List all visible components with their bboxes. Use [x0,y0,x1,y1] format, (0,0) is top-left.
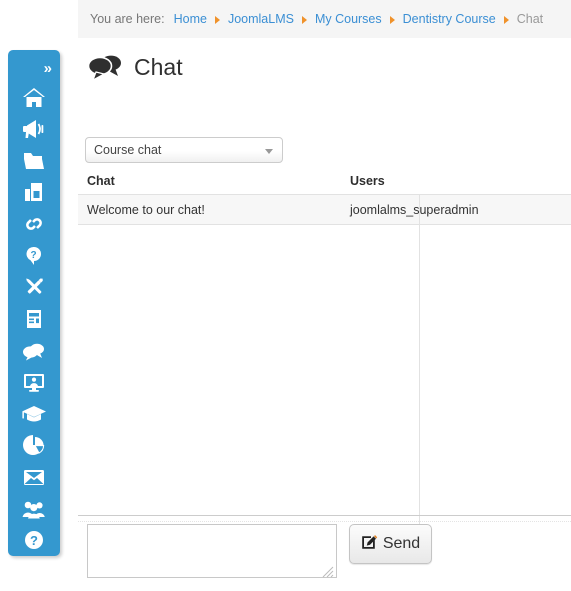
sidebar: » ? ? [8,50,60,556]
breadcrumb-item-chat: Chat [516,12,544,26]
send-button-label: Send [382,535,421,552]
table-row: Welcome to our chat! joomlalms_superadmi… [78,194,571,225]
chat-bubbles-icon [20,339,48,363]
chevron-down-icon [265,149,273,154]
sidebar-item-mail[interactable] [8,461,60,493]
users-group-icon [20,497,48,521]
breadcrumb-item-my-courses[interactable]: My Courses [315,12,382,26]
page-title: Chat [134,53,183,80]
sidebar-toggle-button[interactable]: » [8,55,60,82]
sidebar-item-links[interactable] [8,208,60,240]
chat-table: Chat Users Welcome to our chat! joomlalm… [78,167,571,555]
breadcrumb-separator-icon [214,16,220,24]
monitor-user-icon [21,370,47,394]
document-icon [23,307,45,331]
sidebar-item-faq[interactable]: ? [8,240,60,272]
main-content: Chat Course chat Chat Users Welcome to o… [78,38,571,591]
breadcrumb-item-joomlalms[interactable]: JoomlaLMS [228,12,294,26]
help-circle-icon: ? [21,528,47,552]
tools-icon [21,275,47,299]
breadcrumb-item-home[interactable]: Home [174,12,207,26]
message-user: joomlalms_superadmin [350,202,479,217]
message-composer: Send [78,524,571,584]
sidebar-item-tools[interactable] [8,271,60,303]
sidebar-item-statistics[interactable] [8,430,60,462]
breadcrumb-separator-icon [301,16,307,24]
message-text: Welcome to our chat! [87,202,205,217]
home-icon [21,86,47,110]
chat-bubbles-icon [84,50,126,85]
sidebar-item-chat[interactable] [8,335,60,367]
column-divider [419,194,420,555]
breadcrumb-item-dentistry-course[interactable]: Dentistry Course [403,12,496,26]
breadcrumb: You are here: Home JoomlaLMS My Courses … [78,0,571,38]
envelope-icon [21,465,47,489]
pie-chart-icon [21,433,47,457]
send-button[interactable]: Send [349,524,432,564]
column-header-chat: Chat [87,173,115,188]
sidebar-item-reports[interactable] [8,177,60,209]
folder-icon [21,149,47,173]
breadcrumb-lead: You are here: [90,12,165,26]
sidebar-item-announcements[interactable] [8,113,60,145]
svg-text:?: ? [30,533,38,548]
message-input[interactable] [87,524,337,578]
breadcrumb-separator-icon [389,16,395,24]
link-icon [20,212,48,236]
sidebar-item-help[interactable]: ? [8,524,60,556]
sidebar-item-courses[interactable] [8,398,60,430]
svg-text:?: ? [31,250,37,261]
sidebar-item-tests[interactable] [8,303,60,335]
breadcrumb-separator-icon [503,16,509,24]
composer-dotted-divider [78,521,571,523]
table-header-row: Chat Users [78,167,571,194]
chat-room-select-value: Course chat [94,143,162,157]
sidebar-item-home[interactable] [8,82,60,114]
megaphone-icon [20,117,48,141]
sidebar-item-documents[interactable] [8,145,60,177]
graduation-cap-icon [20,402,48,426]
sidebar-item-webinars[interactable] [8,366,60,398]
composer-divider [78,515,571,516]
compose-icon [361,533,378,555]
chat-room-select[interactable]: Course chat [85,137,283,163]
page-header: Chat [78,38,571,82]
bar-chart-icon [21,180,47,204]
column-header-users: Users [350,173,385,188]
question-marker-icon: ? [22,244,46,268]
sidebar-item-users[interactable] [8,493,60,525]
